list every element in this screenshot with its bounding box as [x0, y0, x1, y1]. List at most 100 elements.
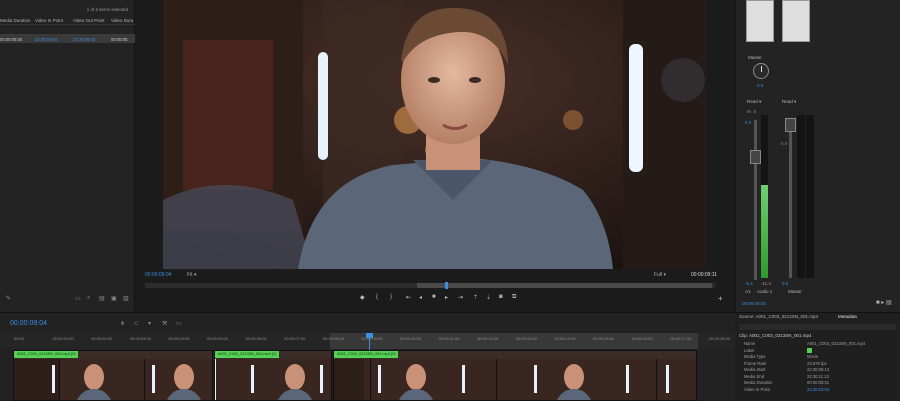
- automation-right-value: Read: [782, 99, 793, 104]
- ruler-tick: 00:00:01:00: [52, 336, 74, 341]
- marker-icon[interactable]: ◆: [360, 294, 365, 301]
- metadata-key: Name: [744, 341, 756, 346]
- track-buttons-left[interactable]: M S: [747, 109, 756, 114]
- metadata-tab[interactable]: Metadata: [838, 314, 857, 319]
- folder-icon[interactable]: ▤: [99, 295, 105, 302]
- mark-out-icon[interactable]: }: [390, 294, 392, 300]
- mixer-timecode[interactable]: 00:00:09:04: [742, 301, 766, 306]
- compare-icon[interactable]: ⧉: [512, 294, 516, 301]
- timeline-clip[interactable]: A001_C003_0213SN_001.mp4 [V]: [333, 350, 697, 401]
- metadata-row[interactable]: Media Type Movie: [744, 354, 900, 360]
- add-button-icon[interactable]: +: [718, 294, 723, 303]
- snap-icon[interactable]: ⋔: [120, 320, 125, 327]
- col-video-duration[interactable]: Video Dura: [111, 18, 133, 23]
- metadata-key: Label: [744, 347, 755, 353]
- clip-thumbnails: [334, 359, 696, 400]
- project-toolbar: ✎ ▭ ⌕ ▤ ▣ ▥: [0, 293, 135, 305]
- linked-selection-icon[interactable]: ⊂: [134, 320, 139, 327]
- automation-left[interactable]: Read ▾: [747, 99, 761, 105]
- metadata-value: 22:30:04:04: [807, 386, 830, 392]
- go-to-out-icon[interactable]: ⇥: [458, 294, 463, 301]
- play-icon[interactable]: ▸: [445, 294, 448, 301]
- cell-out: 22:30:09:03: [73, 36, 96, 42]
- left-fader-track: [754, 120, 757, 280]
- clip-header[interactable]: Clip: A001_C003_0213SN_001.mp4: [739, 333, 812, 338]
- pencil-icon[interactable]: ✎: [6, 295, 11, 302]
- master-label: Master: [748, 55, 762, 60]
- ruler-tick: 00:00:16:00: [631, 336, 653, 341]
- col-video-out[interactable]: Video Out Point: [73, 18, 104, 23]
- list-item[interactable]: 00:00:05:00 22:30:04:04 22:30:09:03 00:0…: [0, 34, 135, 43]
- col-video-in[interactable]: Video In Point: [35, 18, 63, 23]
- col-media-duration[interactable]: Media Duration: [0, 18, 31, 23]
- audio-track-mixer: Master 0.0 Read ▾ Read ▾ M S 0.0 0.0 -5.…: [735, 0, 900, 312]
- selection-count: 1 of 2 items selected: [86, 7, 128, 12]
- find-icon[interactable]: ⌕: [87, 295, 90, 302]
- metadata-row[interactable]: Media End 22:30:11:13: [744, 374, 900, 380]
- program-monitor: 00:00:09:04 Fit ▾ Full ▾ 00:00:09:11 ◆ {…: [135, 0, 735, 312]
- lower-mid-value: -11.4: [761, 281, 771, 286]
- timeline-timecode[interactable]: 00:00:09:04: [10, 320, 47, 327]
- clip-name: A001_C003_0213SN_001.mp4 [V]: [334, 351, 399, 358]
- in-out-range: [417, 283, 712, 288]
- playhead-timecode[interactable]: 00:00:09:04: [145, 272, 171, 278]
- metadata-row[interactable]: Frame Rate 23.976 fps: [744, 361, 900, 367]
- extract-icon[interactable]: ⇣: [486, 294, 491, 301]
- video-frame[interactable]: [163, 0, 707, 269]
- wrench-icon[interactable]: ⚒: [162, 320, 167, 327]
- mixer-tools-icon[interactable]: ■ ▸ ▤: [876, 299, 892, 306]
- source-tab[interactable]: Source: A001_C003_0213SN_001.mp4: [739, 314, 818, 319]
- clip-name: A001_C001_0213SN_002.mp4 [V]: [14, 351, 79, 358]
- ruler-tick: 00:00:05:00: [207, 336, 229, 341]
- go-to-in-icon[interactable]: ⇤: [406, 294, 411, 301]
- metadata-search[interactable]: [739, 324, 896, 330]
- captions-icon[interactable]: ▭: [176, 320, 182, 327]
- ruler-tick: 00:00:07:00: [284, 336, 306, 341]
- right-fader-handle[interactable]: [785, 118, 796, 132]
- master-level-meter-l: [797, 115, 805, 278]
- stop-icon[interactable]: ■: [432, 294, 436, 300]
- metadata-row[interactable]: Media Duration 00:00:05:01: [744, 380, 900, 386]
- pan-knob[interactable]: [753, 63, 769, 79]
- step-back-icon[interactable]: ◂: [419, 294, 422, 301]
- left-level-meter: [761, 115, 768, 278]
- resolution-select[interactable]: Full ▾: [654, 272, 666, 278]
- camera-icon[interactable]: ◙: [499, 294, 503, 300]
- ruler-tick: 00:00:10:00: [400, 336, 422, 341]
- metadata-panel: Source: A001_C003_0213SN_001.mp4 Metadat…: [735, 312, 900, 400]
- timeline-clip[interactable]: A001_C002_0213SN_003.mp4 [V]: [214, 350, 332, 401]
- new-bin-icon[interactable]: ▭: [75, 295, 81, 302]
- ruler-tick: 00:00:15:00: [593, 336, 615, 341]
- ruler-tick: 00:00:18:00: [708, 336, 730, 341]
- metadata-value: 00:00:05:01: [807, 380, 830, 385]
- cell-duration: 00:00:05:00: [0, 36, 23, 42]
- mixer-panel-right[interactable]: [782, 0, 810, 42]
- left-fader-handle[interactable]: [750, 150, 761, 164]
- label-color-swatch[interactable]: [807, 347, 812, 353]
- new-item-icon[interactable]: ▣: [111, 295, 117, 302]
- lower-right-value: 0.0: [782, 281, 789, 286]
- ruler-tick: 00:00:17:00: [670, 336, 692, 341]
- lift-icon[interactable]: ⇡: [473, 294, 478, 301]
- clip-name: A001_C002_0213SN_003.mp4 [V]: [215, 351, 280, 358]
- ruler-tick: 00:00:06:00: [245, 336, 267, 341]
- mark-in-icon[interactable]: {: [376, 294, 378, 300]
- ruler-tick: 00:00:13:00: [515, 336, 537, 341]
- metadata-row[interactable]: Name A001_C003_0213SN_001.mp4: [744, 341, 900, 347]
- timeline-clip[interactable]: A001_C001_0213SN_002.mp4 [V]: [13, 350, 213, 401]
- metadata-key: Media End: [744, 373, 765, 379]
- add-marker-icon[interactable]: ▾: [148, 320, 151, 327]
- lower-left-value: -5.4: [745, 281, 753, 286]
- metadata-row[interactable]: Media Start 22:30:06:13: [744, 367, 900, 373]
- automation-right[interactable]: Read ▾: [782, 99, 796, 105]
- zoom-select[interactable]: Fit ▾: [187, 272, 196, 278]
- metadata-key: Media Start: [744, 367, 766, 372]
- trash-icon[interactable]: ▥: [123, 295, 129, 302]
- metadata-value: 22:30:06:13: [807, 367, 830, 372]
- scrubber-playhead[interactable]: [445, 282, 448, 289]
- metadata-row[interactable]: Label: [744, 347, 900, 354]
- mixer-panel-left[interactable]: [746, 0, 774, 42]
- monitor-scrubber[interactable]: [145, 282, 715, 289]
- metadata-key: Video In Point: [744, 386, 770, 392]
- metadata-row[interactable]: Video In Point 22:30:04:04: [744, 387, 900, 393]
